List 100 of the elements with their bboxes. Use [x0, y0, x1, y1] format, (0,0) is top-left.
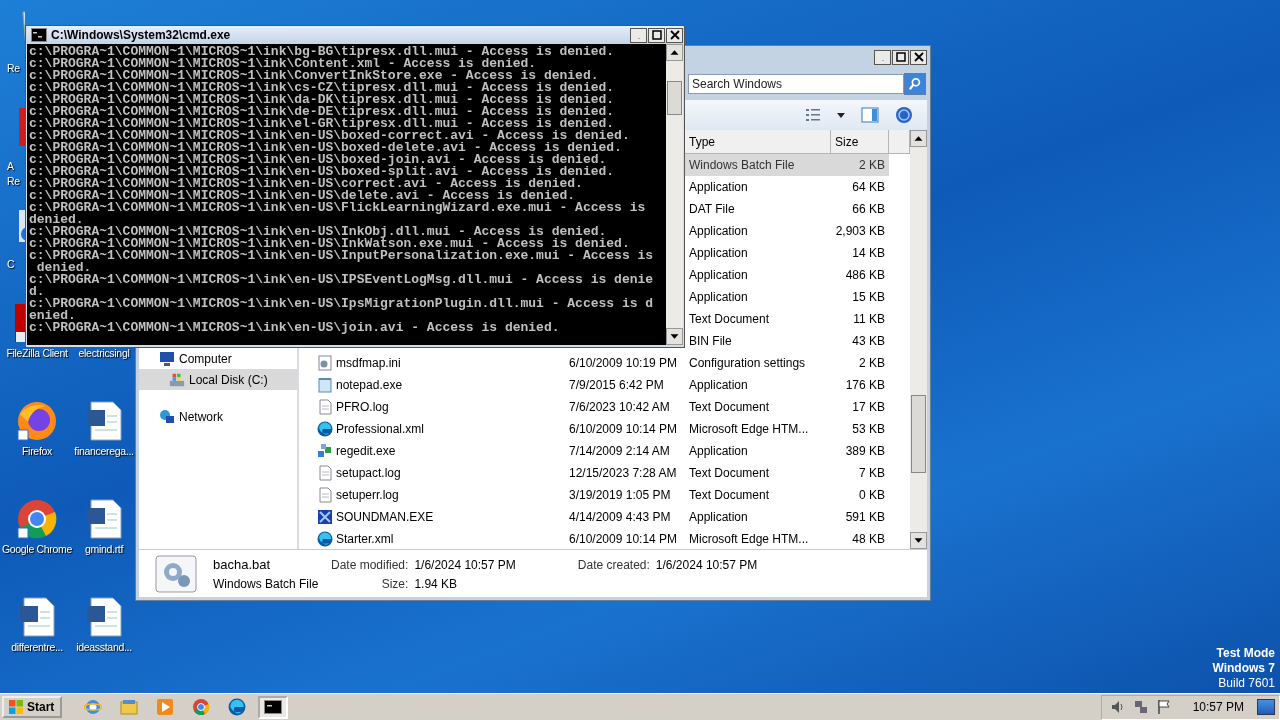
maximize-button[interactable]	[892, 49, 909, 65]
console-line: c:\PROGRA~1\COMMON~1\MICROS~1\ink\en-US\boxed-join.avi - Access is denied.	[29, 154, 607, 166]
file-row[interactable]: Application 15 KB	[685, 286, 889, 308]
taskbar-app-button[interactable]	[258, 695, 289, 719]
preview-pane-icon[interactable]	[861, 107, 879, 123]
search-button[interactable]	[904, 73, 926, 95]
file-row[interactable]: setuperr.log 3/19/2019 1:05 PM Text Document 0 KB	[299, 484, 889, 506]
console-line: d.	[29, 286, 45, 298]
table-cell: 48 KB	[852, 532, 885, 546]
icon-label[interactable]: Google Chrome	[1, 543, 73, 556]
file-name[interactable]: msdfmap.ini	[336, 356, 401, 370]
column-header[interactable]: Type	[685, 130, 831, 154]
file-name[interactable]: setupact.log	[336, 466, 401, 480]
document-icon	[317, 399, 333, 415]
file-name[interactable]: SOUNDMAN.EXE	[336, 510, 434, 524]
file-row[interactable]: BIN File 43 KB	[685, 330, 889, 352]
clock[interactable]: 10:57 PM	[1192, 700, 1244, 714]
icon-label[interactable]: differentre...	[11, 641, 63, 654]
view-list-icon[interactable]	[805, 108, 821, 122]
icon-label[interactable]: A Re	[7, 159, 23, 189]
minimize-button[interactable]	[630, 27, 647, 43]
scroll-down-icon[interactable]	[910, 532, 927, 549]
file-name[interactable]: Professional.xml	[336, 422, 425, 436]
icon-label[interactable]: electricsingl	[78, 347, 130, 360]
scroll-up-icon[interactable]	[666, 44, 683, 61]
file-name[interactable]: regedit.exe	[336, 444, 396, 458]
swirl-icon	[228, 698, 247, 716]
app-icon[interactable]	[15, 302, 25, 344]
table-cell: 7/6/2023 10:42 AM	[569, 400, 670, 414]
help-icon[interactable]	[895, 106, 913, 124]
console-line: c:\PROGRA~1\COMMON~1\MICROS~1\ink\en-US\boxed-correct.avi - Access is denied.	[29, 130, 630, 142]
icon-label[interactable]: financerega...	[74, 445, 134, 458]
system-notice: Windows 7	[1212, 661, 1275, 676]
close-button[interactable]	[910, 49, 927, 65]
speaker-icon[interactable]	[1109, 699, 1126, 715]
scroll-thumb[interactable]	[667, 81, 682, 115]
flag-icon[interactable]	[1155, 699, 1172, 715]
cubes-icon	[317, 443, 333, 459]
nav-item[interactable]: Local Disk (C:)	[139, 369, 297, 390]
scrollbar[interactable]	[666, 44, 683, 345]
table-cell: 176 KB	[845, 378, 885, 392]
file-name[interactable]: PFRO.log	[336, 400, 389, 414]
table-cell: 7/9/2015 6:42 PM	[569, 378, 664, 392]
column-header[interactable]: Size	[831, 130, 889, 154]
file-row[interactable]: Text Document 11 KB	[685, 308, 889, 330]
table-cell: 486 KB	[845, 268, 885, 282]
file-row[interactable]: notepad.exe 7/9/2015 6:42 PM Application 176 KB	[299, 374, 889, 396]
table-cell: Windows Batch File	[689, 158, 795, 172]
console-line: c:\PROGRA~1\COMMON~1\MICROS~1\ink\en-US\FlickLearningWizard.exe.mui - Access is	[29, 202, 646, 214]
console-line: denied.	[36, 262, 92, 274]
file-row[interactable]: Application 64 KB	[685, 176, 889, 198]
start-button[interactable]: Start	[2, 696, 63, 718]
file-row[interactable]: Windows Batch File 2 KB	[685, 154, 889, 176]
console-line: enied.	[29, 310, 76, 322]
close-button[interactable]	[666, 27, 683, 43]
minimize-button[interactable]	[874, 49, 891, 65]
file-name[interactable]: setuperr.log	[336, 488, 399, 502]
scroll-down-icon[interactable]	[666, 328, 683, 345]
scroll-up-icon[interactable]	[910, 130, 927, 147]
field-value: 1.94 KB	[414, 576, 459, 591]
scrollbar[interactable]	[910, 130, 927, 549]
table-cell: BIN File	[689, 334, 732, 348]
file-row[interactable]: setupact.log 12/15/2023 7:28 AM Text Document 7 KB	[299, 462, 889, 484]
file-row[interactable]: regedit.exe 7/14/2009 2:14 AM Application 389 KB	[299, 440, 889, 462]
network-icon[interactable]	[1132, 699, 1149, 715]
nav-item[interactable]: Computer	[139, 348, 297, 369]
maximize-button[interactable]	[648, 27, 665, 43]
globe-icon[interactable]	[16, 400, 58, 442]
file-row[interactable]: Professional.xml 6/10/2009 10:14 PM Microsoft Edge HTM... 53 KB	[299, 418, 889, 440]
console-line: c:\PROGRA~1\COMMON~1\MICROS~1\ink\en-US\InkWatson.exe.mui - Access is denied.	[29, 238, 630, 250]
file-row[interactable]: SOUNDMAN.EXE 4/14/2009 4:43 PM Application 591 KB	[299, 506, 889, 528]
file-row[interactable]: Starter.xml 6/10/2009 10:14 PM Microsoft Edge HTM... 48 KB	[299, 528, 889, 549]
document-icon	[317, 465, 333, 481]
file-row[interactable]: DAT File 66 KB	[685, 198, 889, 220]
caret-icon[interactable]	[837, 112, 845, 118]
ring-icon[interactable]	[16, 498, 58, 540]
file-name[interactable]: notepad.exe	[336, 378, 403, 392]
file-row[interactable]: Application 2,903 KB	[685, 220, 889, 242]
show-desktop-button[interactable]	[1257, 699, 1275, 715]
icon-label[interactable]: FileZilla Client	[6, 347, 68, 360]
file-name[interactable]: Starter.xml	[336, 532, 394, 546]
globe-ring-icon	[84, 698, 103, 716]
search-field[interactable]: Search Windows	[688, 74, 904, 94]
icon-label[interactable]: Firefox	[22, 445, 52, 458]
icon-label[interactable]: C	[7, 257, 23, 272]
file-row[interactable]: PFRO.log 7/6/2023 10:42 AM Text Document 17 KB	[299, 396, 889, 418]
file-row[interactable]: msdfmap.ini 6/10/2009 10:19 PM Configuration settings 2 KB	[299, 352, 889, 374]
icon-label[interactable]: gmind.rtf	[84, 543, 124, 556]
table-cell: 43 KB	[852, 334, 885, 348]
icon-label[interactable]: Re	[7, 61, 23, 76]
console-line: c:\PROGRA~1\COMMON~1\MICROS~1\ink\en-US\delete.avi - Access is denied.	[29, 190, 576, 202]
table-cell: 7/14/2009 2:14 AM	[569, 444, 670, 458]
terminal-icon	[31, 28, 47, 42]
file-row[interactable]: Application 14 KB	[685, 242, 889, 264]
nav-item[interactable]: Network	[139, 406, 297, 427]
icon-label[interactable]: ideasstand...	[76, 641, 132, 654]
scroll-thumb[interactable]	[911, 395, 926, 473]
file-row[interactable]: Application 486 KB	[685, 264, 889, 286]
table-cell: 12/15/2023 7:28 AM	[569, 466, 677, 480]
console-line: c:\PROGRA~1\COMMON~1\MICROS~1\ink\Content.xml - Access is denied.	[29, 58, 537, 70]
